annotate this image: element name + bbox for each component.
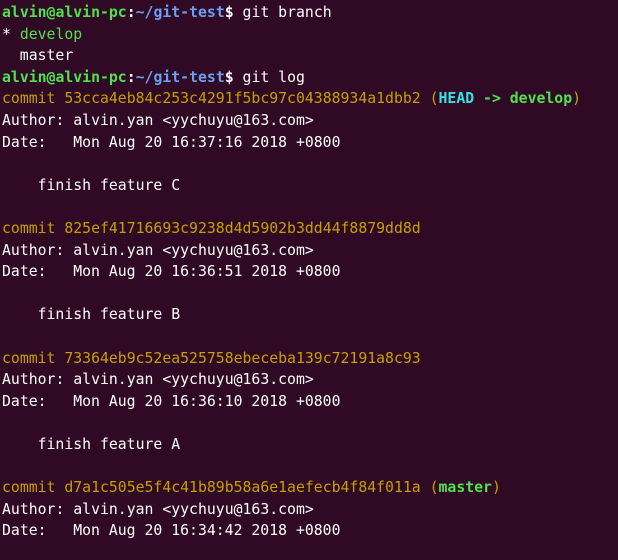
ref-branch-master: master	[438, 479, 492, 497]
author-label: Author:	[2, 371, 65, 389]
log-author-line: Author: alvin.yan <yychuyu@163.com>	[2, 369, 618, 391]
log-spacer	[2, 283, 618, 305]
branch-list-current: * develop	[2, 24, 618, 46]
log-message-line: finish feature C	[2, 175, 618, 197]
ref-head: HEAD	[438, 90, 475, 108]
date-label: Date:	[2, 133, 47, 151]
log-commit-line: commit 825ef41716693c9238d4d5902b3dd44f88…	[2, 218, 618, 240]
commit-hash: 73364eb9c52ea525758ebeceba139c72191a8c93	[64, 349, 421, 367]
date-label: Date:	[2, 522, 47, 540]
refs-close-paren: )	[572, 90, 582, 108]
commit-keyword: commit	[2, 90, 56, 108]
log-author-line: Author: alvin.yan <yychuyu@163.com>	[2, 110, 618, 132]
ref-arrow: ->	[483, 90, 501, 108]
ref-branch-develop: develop	[509, 90, 573, 108]
date-label: Date:	[2, 263, 47, 281]
author-label: Author:	[2, 111, 65, 129]
commit-hash: d7a1c505e5f4c41b89b58a6e1aefecb4f84f011a	[64, 479, 421, 497]
date-value: Mon Aug 20 16:34:42 2018 +0800	[73, 522, 341, 540]
commit-keyword: commit	[2, 219, 56, 237]
log-spacer	[2, 412, 618, 434]
commit-hash: 825ef41716693c9238d4d5902b3dd44f8879dd8d	[64, 219, 421, 237]
commit-message: finish feature A	[37, 435, 181, 453]
commit-message: finish feature C	[37, 176, 181, 194]
branch-list-other: master	[2, 45, 618, 67]
branch-current-marker: *	[2, 25, 11, 43]
date-value: Mon Aug 20 16:36:10 2018 +0800	[73, 392, 341, 410]
log-date-line: Date: Mon Aug 20 16:37:16 2018 +0800	[2, 132, 618, 154]
commit-keyword: commit	[2, 479, 56, 497]
log-date-line: Date: Mon Aug 20 16:34:42 2018 +0800	[2, 520, 618, 542]
prompt-user-host: alvin@alvin-pc	[2, 68, 127, 86]
log-date-line: Date: Mon Aug 20 16:36:10 2018 +0800	[2, 391, 618, 413]
prompt-colon: :	[126, 68, 136, 86]
author-label: Author:	[2, 500, 65, 518]
author-value: alvin.yan <yychuyu@163.com>	[73, 371, 314, 389]
prompt-line-git-log: alvin@alvin-pc:~/git-test$ git log	[2, 67, 618, 89]
log-spacer	[2, 196, 618, 218]
branch-name-develop: develop	[19, 25, 83, 43]
refs-open-paren: (	[429, 479, 439, 497]
prompt-sigil: $	[224, 68, 234, 86]
author-value: alvin.yan <yychuyu@163.com>	[73, 500, 314, 518]
log-message-line: finish feature A	[2, 434, 618, 456]
branch-name-master: master	[19, 47, 74, 65]
log-commit-line: commit d7a1c505e5f4c41b89b58a6e1aefecb4f8…	[2, 477, 618, 499]
prompt-line-git-branch: alvin@alvin-pc:~/git-test$ git branch	[2, 2, 618, 24]
log-author-line: Author: alvin.yan <yychuyu@163.com>	[2, 499, 618, 521]
refs-open-paren: (	[429, 90, 439, 108]
log-commit-line: commit 53cca4eb84c253c4291f5bc97c04388934…	[2, 88, 618, 110]
commit-hash: 53cca4eb84c253c4291f5bc97c04388934a1dbb2	[64, 90, 421, 108]
prompt-colon: :	[126, 4, 136, 21]
prompt-path: ~/git-test	[135, 4, 225, 21]
author-value: alvin.yan <yychuyu@163.com>	[73, 241, 314, 259]
author-label: Author:	[2, 241, 65, 259]
command-git-log: git log	[242, 68, 305, 86]
prompt-path: ~/git-test	[135, 68, 225, 86]
refs-close-paren: )	[491, 479, 501, 497]
terminal-screen[interactable]: alvin@alvin-pc:~/git-test$ git branch * de…	[0, 0, 618, 560]
terminal-window[interactable]: alvin@alvin-pc:~/git-test$ git branch * de…	[0, 0, 618, 560]
log-message-line: finish feature B	[2, 304, 618, 326]
log-author-line: Author: alvin.yan <yychuyu@163.com>	[2, 240, 618, 262]
author-value: alvin.yan <yychuyu@163.com>	[73, 111, 314, 129]
commit-message: finish feature B	[37, 306, 181, 324]
log-commit-line: commit 73364eb9c52ea525758ebeceba139c7219…	[2, 348, 618, 370]
log-date-line: Date: Mon Aug 20 16:36:51 2018 +0800	[2, 261, 618, 283]
date-value: Mon Aug 20 16:36:51 2018 +0800	[73, 263, 341, 281]
log-spacer	[2, 153, 618, 175]
command-git-branch: git branch	[242, 4, 332, 21]
log-spacer	[2, 326, 618, 348]
log-spacer	[2, 455, 618, 477]
prompt-sigil: $	[224, 4, 234, 21]
log-spacer	[2, 542, 618, 560]
commit-keyword: commit	[2, 349, 56, 367]
prompt-user-host: alvin@alvin-pc	[2, 4, 127, 21]
date-value: Mon Aug 20 16:37:16 2018 +0800	[73, 133, 341, 151]
date-label: Date:	[2, 392, 47, 410]
